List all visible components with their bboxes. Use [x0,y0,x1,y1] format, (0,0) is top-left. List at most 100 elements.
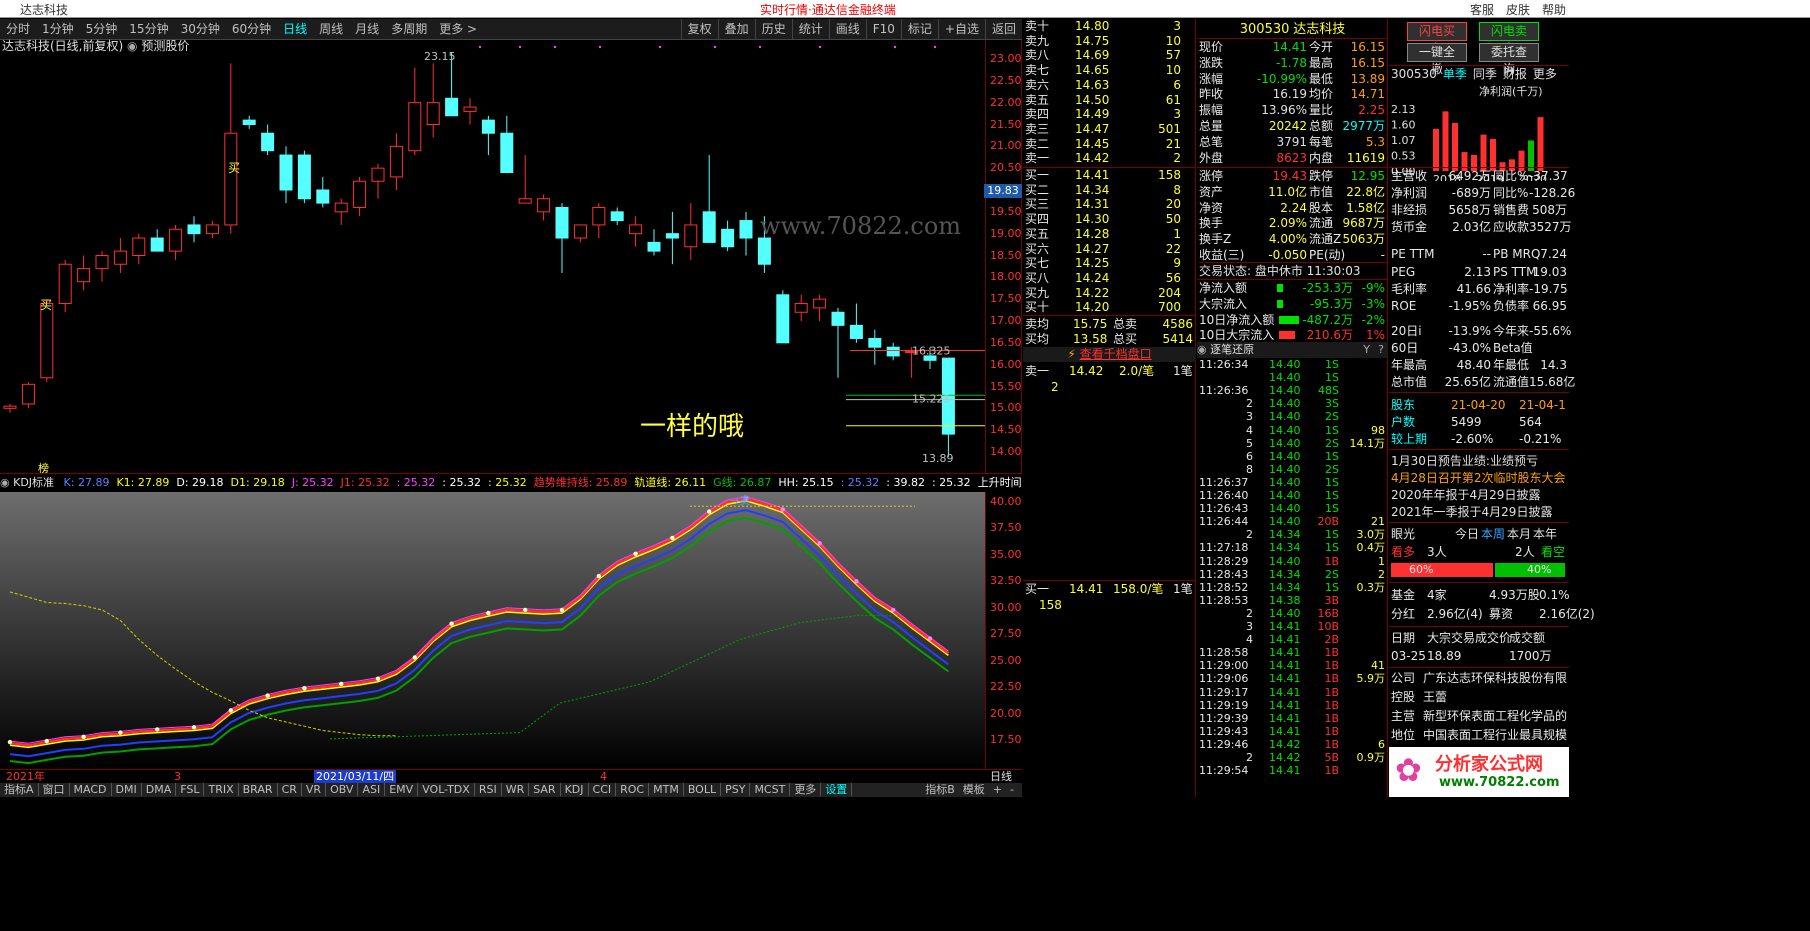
indicator-tab-right[interactable]: + [989,783,1006,796]
topbar-menu-item[interactable]: 皮肤 [1506,3,1530,17]
finance-tab[interactable]: 300530 [1391,67,1437,81]
indicator-tab[interactable]: 指标A [0,783,39,796]
news-item[interactable]: 4月28日召开第2次临时股东大会 [1391,470,1569,487]
indicator-tab[interactable]: KDJ [560,783,589,796]
candle-body[interactable] [886,346,900,357]
indicator-tab[interactable]: ASI [358,783,386,796]
tick-menu-icon[interactable]: ◉ [1197,343,1207,356]
period-tab[interactable]: 1分钟 [36,19,80,39]
period-tab[interactable]: 分时 [0,19,36,39]
finance-tab[interactable]: 更多 [1533,67,1557,81]
view-depth-link[interactable]: 查看千档盘口 [1080,347,1152,361]
topbar-menu-item[interactable]: 客服 [1470,3,1494,17]
candle-body[interactable] [169,228,183,252]
order-book-row[interactable]: 买八 14.24 56 [1023,271,1196,286]
candle-body[interactable] [132,237,146,257]
tool-button[interactable]: 历史 [754,19,792,39]
candle-body[interactable] [794,303,808,313]
order-book-row[interactable]: 买二 14.34 8 [1023,183,1196,198]
order-book-row[interactable]: 买十 14.20 700 [1023,300,1196,315]
indicator-tab[interactable]: ROC [616,783,650,796]
indicator-tab-right[interactable]: 模板 [959,783,989,796]
candle-body[interactable] [21,383,35,405]
finance-tab[interactable]: 财报 [1503,67,1527,81]
indicator-tab[interactable]: FSL [176,783,205,796]
candle-body[interactable] [868,337,882,348]
news-item[interactable]: 2021年一季报于4月29日披露 [1391,504,1569,521]
order-book-row[interactable]: 卖四 14.49 3 [1023,107,1196,122]
candle-body[interactable] [77,268,91,283]
indicator-tab[interactable]: 设置 [821,783,853,796]
order-query-button[interactable]: 委托查询 [1479,43,1539,76]
indicator-tab[interactable]: CR [277,783,302,796]
order-book-row[interactable]: 卖五 14.50 61 [1023,93,1196,108]
order-book-row[interactable]: 买六 14.27 22 [1023,242,1196,257]
order-book-row[interactable]: 卖一 14.42 2 [1023,151,1196,166]
indicator-tab[interactable]: EMV [385,783,419,796]
indicator-tab[interactable]: BRAR [238,783,278,796]
order-book-row[interactable]: 卖三 14.47 501 [1023,122,1196,137]
order-book-row[interactable]: 买四 14.30 50 [1023,212,1196,227]
indicator-tab[interactable]: DMA [141,783,177,796]
indicator-tab[interactable]: BOLL [683,783,722,796]
candle-body[interactable] [813,298,827,309]
candle-body[interactable] [445,97,459,117]
candle-body[interactable] [371,167,385,182]
indicator-tab[interactable]: CCI [588,783,617,796]
candle-body[interactable] [592,206,606,226]
tick-help-icon[interactable]: ? [1378,342,1384,358]
indicator-tab-right[interactable]: - [1006,783,1018,796]
view-depth-bar[interactable]: ⚡ 查看千档盘口 [1023,347,1196,362]
period-tab[interactable]: 更多 > [433,19,483,39]
indicator-tab[interactable]: VR [301,783,327,796]
order-book-row[interactable]: 卖九 14.75 10 [1023,34,1196,49]
finance-tab[interactable]: 同季 [1473,67,1497,81]
tool-button[interactable]: F10 [865,19,901,39]
news-item[interactable]: 2020年年报于4月29日披露 [1391,487,1569,504]
cancel-all-button[interactable]: 一键全撤 [1407,43,1467,76]
candle-body[interactable] [647,241,661,252]
candle-body[interactable] [500,132,514,174]
candle-body[interactable] [702,211,716,243]
order-book-row[interactable]: 卖七 14.65 10 [1023,63,1196,78]
candle-body[interactable] [389,145,403,178]
indicator-tab[interactable]: OBV [326,783,359,796]
order-book-row[interactable]: 买七 14.25 9 [1023,256,1196,271]
indicator-tab[interactable]: DMI [111,783,142,796]
tool-button[interactable]: 统计 [791,19,829,39]
candle-body[interactable] [205,224,219,235]
candle-body[interactable] [684,224,698,248]
kdj-chart[interactable]: →卖 40.00 37.50 35.00 32.50 30.00 27.50 25.00 22… [0,492,1022,769]
indicator-tab[interactable]: PSY [721,783,751,796]
tool-button[interactable]: 画线 [828,19,866,39]
candle-body[interactable] [518,198,532,204]
period-tab[interactable]: 30分钟 [175,19,226,39]
candle-body[interactable] [426,102,440,126]
period-tab[interactable]: 15分钟 [123,19,174,39]
candle-body[interactable] [3,405,17,409]
vision-tab[interactable]: 本年 [1533,525,1557,542]
candle-body[interactable] [757,237,771,265]
candle-body[interactable] [187,224,201,235]
tool-button[interactable]: 复权 [680,19,718,39]
order-book-row[interactable]: 买五 14.28 1 [1023,227,1196,242]
order-book-row[interactable]: 卖十 14.80 3 [1023,19,1196,34]
candle-body[interactable] [353,180,367,208]
order-book-row[interactable]: 买九 14.22 204 [1023,286,1196,301]
candle-body[interactable] [261,132,275,152]
indicator-tab[interactable]: MCST [750,783,791,796]
candle-body[interactable] [481,119,495,134]
candle-body[interactable] [58,263,72,305]
candle-body[interactable] [279,154,293,191]
candle-body[interactable] [316,189,330,204]
candle-body[interactable] [95,255,109,270]
period-tab[interactable]: 多周期 [385,19,433,39]
indicator-tab[interactable]: MTM [649,783,684,796]
candle-body[interactable] [665,233,679,239]
candle-body[interactable] [40,303,54,379]
candle-body[interactable] [408,102,422,152]
flash-sell-button[interactable]: 闪电卖出 [1479,22,1539,55]
candle-body[interactable] [113,250,127,265]
indicator-tab[interactable]: VOL-TDX [418,783,475,796]
order-book-row[interactable]: 卖二 14.45 21 [1023,137,1196,152]
